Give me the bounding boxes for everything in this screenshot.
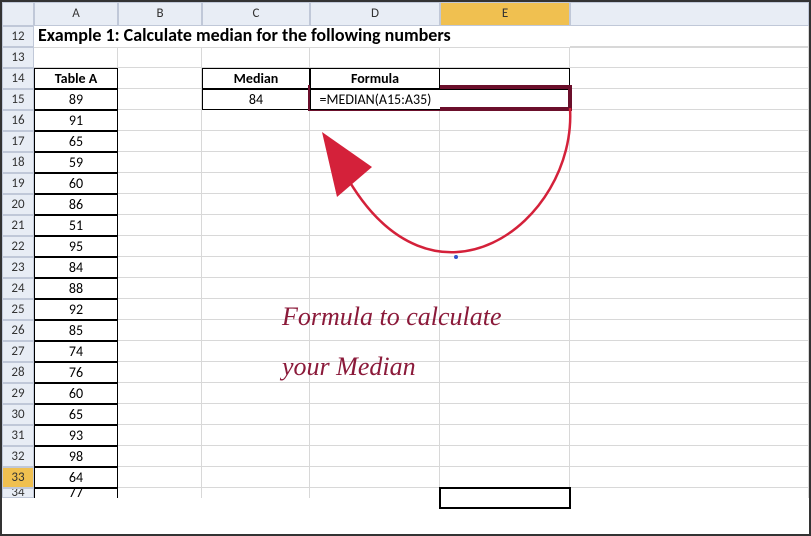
row-header-18[interactable]: 18 xyxy=(2,152,34,173)
row-header-33[interactable]: 33 xyxy=(2,467,34,488)
row-header-26[interactable]: 26 xyxy=(2,320,34,341)
row-header-13[interactable]: 13 xyxy=(2,47,34,68)
row-header-14[interactable]: 14 xyxy=(2,68,34,89)
col-header-a[interactable]: A xyxy=(34,2,118,26)
row-header-28[interactable]: 28 xyxy=(2,362,34,383)
table-a-cell[interactable]: 51 xyxy=(34,215,118,236)
row-header-32[interactable]: 32 xyxy=(2,446,34,467)
median-value[interactable]: 84 xyxy=(202,89,310,110)
table-a-cell[interactable]: 92 xyxy=(34,299,118,320)
table-a-cell[interactable]: 65 xyxy=(34,404,118,425)
row-header-15[interactable]: 15 xyxy=(2,89,34,110)
table-a-cell[interactable]: 77 xyxy=(34,488,118,498)
col-header-c[interactable]: C xyxy=(202,2,310,26)
cursor-dot xyxy=(454,255,458,259)
row-header-21[interactable]: 21 xyxy=(2,215,34,236)
row-header-19[interactable]: 19 xyxy=(2,173,34,194)
median-header[interactable]: Median xyxy=(202,68,310,89)
formula-cell[interactable]: =MEDIAN(A15:A35) xyxy=(310,89,440,110)
row-header-20[interactable]: 20 xyxy=(2,194,34,215)
col-header-b[interactable]: B xyxy=(118,2,202,26)
table-a-cell[interactable]: 76 xyxy=(34,362,118,383)
table-a-cell[interactable]: 64 xyxy=(34,467,118,488)
row-header-30[interactable]: 30 xyxy=(2,404,34,425)
title-cell[interactable]: Example 1: Calculate median for the foll… xyxy=(34,26,118,47)
row-header-17[interactable]: 17 xyxy=(2,131,34,152)
row-header-27[interactable]: 27 xyxy=(2,341,34,362)
col-header-d[interactable]: D xyxy=(310,2,440,26)
col-header-rest xyxy=(570,2,809,26)
table-a-cell[interactable]: 74 xyxy=(34,341,118,362)
row-header-22[interactable]: 22 xyxy=(2,236,34,257)
formula-header[interactable]: Formula xyxy=(310,68,440,89)
table-a-header[interactable]: Table A xyxy=(34,68,118,89)
table-a-cell[interactable]: 59 xyxy=(34,152,118,173)
row-header-34[interactable]: 34 xyxy=(2,488,34,498)
table-a-cell[interactable]: 93 xyxy=(34,425,118,446)
table-a-cell[interactable]: 86 xyxy=(34,194,118,215)
table-a-cell[interactable]: 84 xyxy=(34,257,118,278)
row-header-31[interactable]: 31 xyxy=(2,425,34,446)
table-a-cell[interactable]: 95 xyxy=(34,236,118,257)
table-a-cell[interactable]: 85 xyxy=(34,320,118,341)
table-a-cell[interactable]: 88 xyxy=(34,278,118,299)
table-a-cell[interactable]: 89 xyxy=(34,89,118,110)
corner-header[interactable] xyxy=(2,2,34,26)
table-a-cell[interactable]: 60 xyxy=(34,173,118,194)
table-a-cell[interactable]: 98 xyxy=(34,446,118,467)
table-a-cell[interactable]: 91 xyxy=(34,110,118,131)
row-header-16[interactable]: 16 xyxy=(2,110,34,131)
row-header-29[interactable]: 29 xyxy=(2,383,34,404)
row-header-24[interactable]: 24 xyxy=(2,278,34,299)
row-header-25[interactable]: 25 xyxy=(2,299,34,320)
spreadsheet-grid: A B C D E 12 Example 1: Calculate median… xyxy=(2,2,809,498)
table-a-cell[interactable]: 65 xyxy=(34,131,118,152)
table-a-cell[interactable]: 60 xyxy=(34,383,118,404)
row-header-23[interactable]: 23 xyxy=(2,257,34,278)
row-header-12[interactable]: 12 xyxy=(2,26,34,47)
col-header-e[interactable]: E xyxy=(440,2,570,26)
